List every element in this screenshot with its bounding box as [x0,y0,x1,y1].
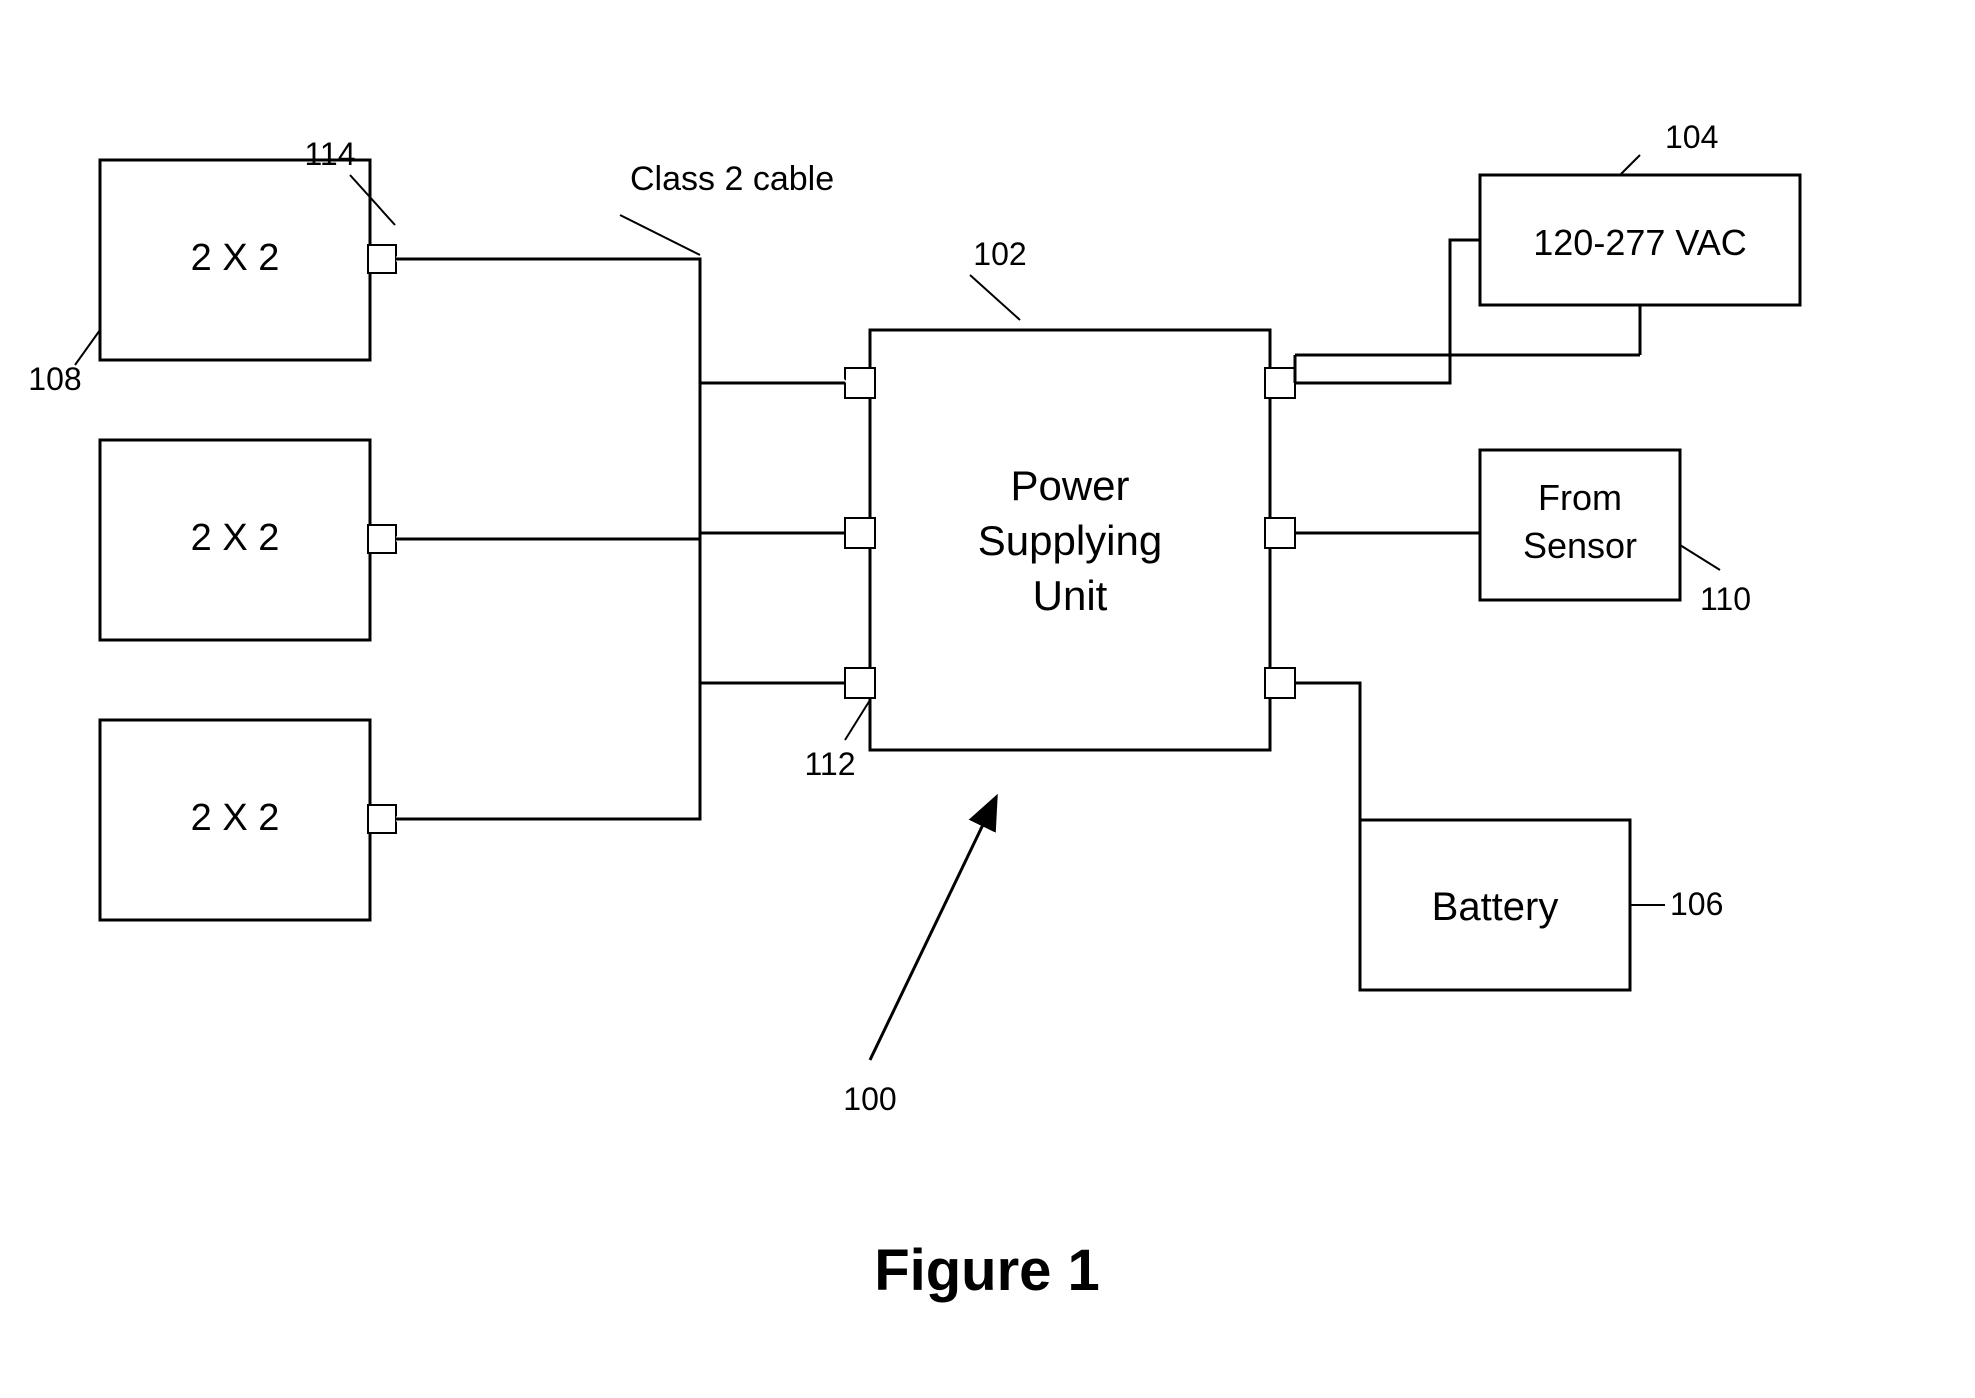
fixture2-label: 2 X 2 [191,517,280,559]
class2cable-label: Class 2 cable [630,160,834,198]
diagram-container: 2 X 2 2 X 2 2 X 2 Power Supplying Unit 1… [0,0,1975,1393]
psu-label-line3: Unit [1033,572,1108,619]
psu-label-line2: Supplying [978,517,1162,564]
psu-label-line1: Power [1010,462,1129,509]
ref-112: 112 [804,746,855,782]
ref-114: 114 [304,136,355,172]
ref-102: 102 [973,236,1026,272]
fixture1-label: 2 X 2 [191,237,280,279]
sensor-label-line1: From [1538,477,1622,518]
vac-label: 120-277 VAC [1533,222,1746,263]
sensor-label-line2: Sensor [1523,525,1637,566]
ref-100: 100 [843,1081,896,1117]
ref-108: 108 [28,361,81,397]
fixture3-label: 2 X 2 [191,797,280,839]
figure-label: Figure 1 [874,1238,1100,1303]
ref-106: 106 [1670,886,1723,922]
battery-label: Battery [1432,885,1559,929]
ref-110: 110 [1700,581,1751,617]
ref-104: 104 [1665,119,1718,155]
